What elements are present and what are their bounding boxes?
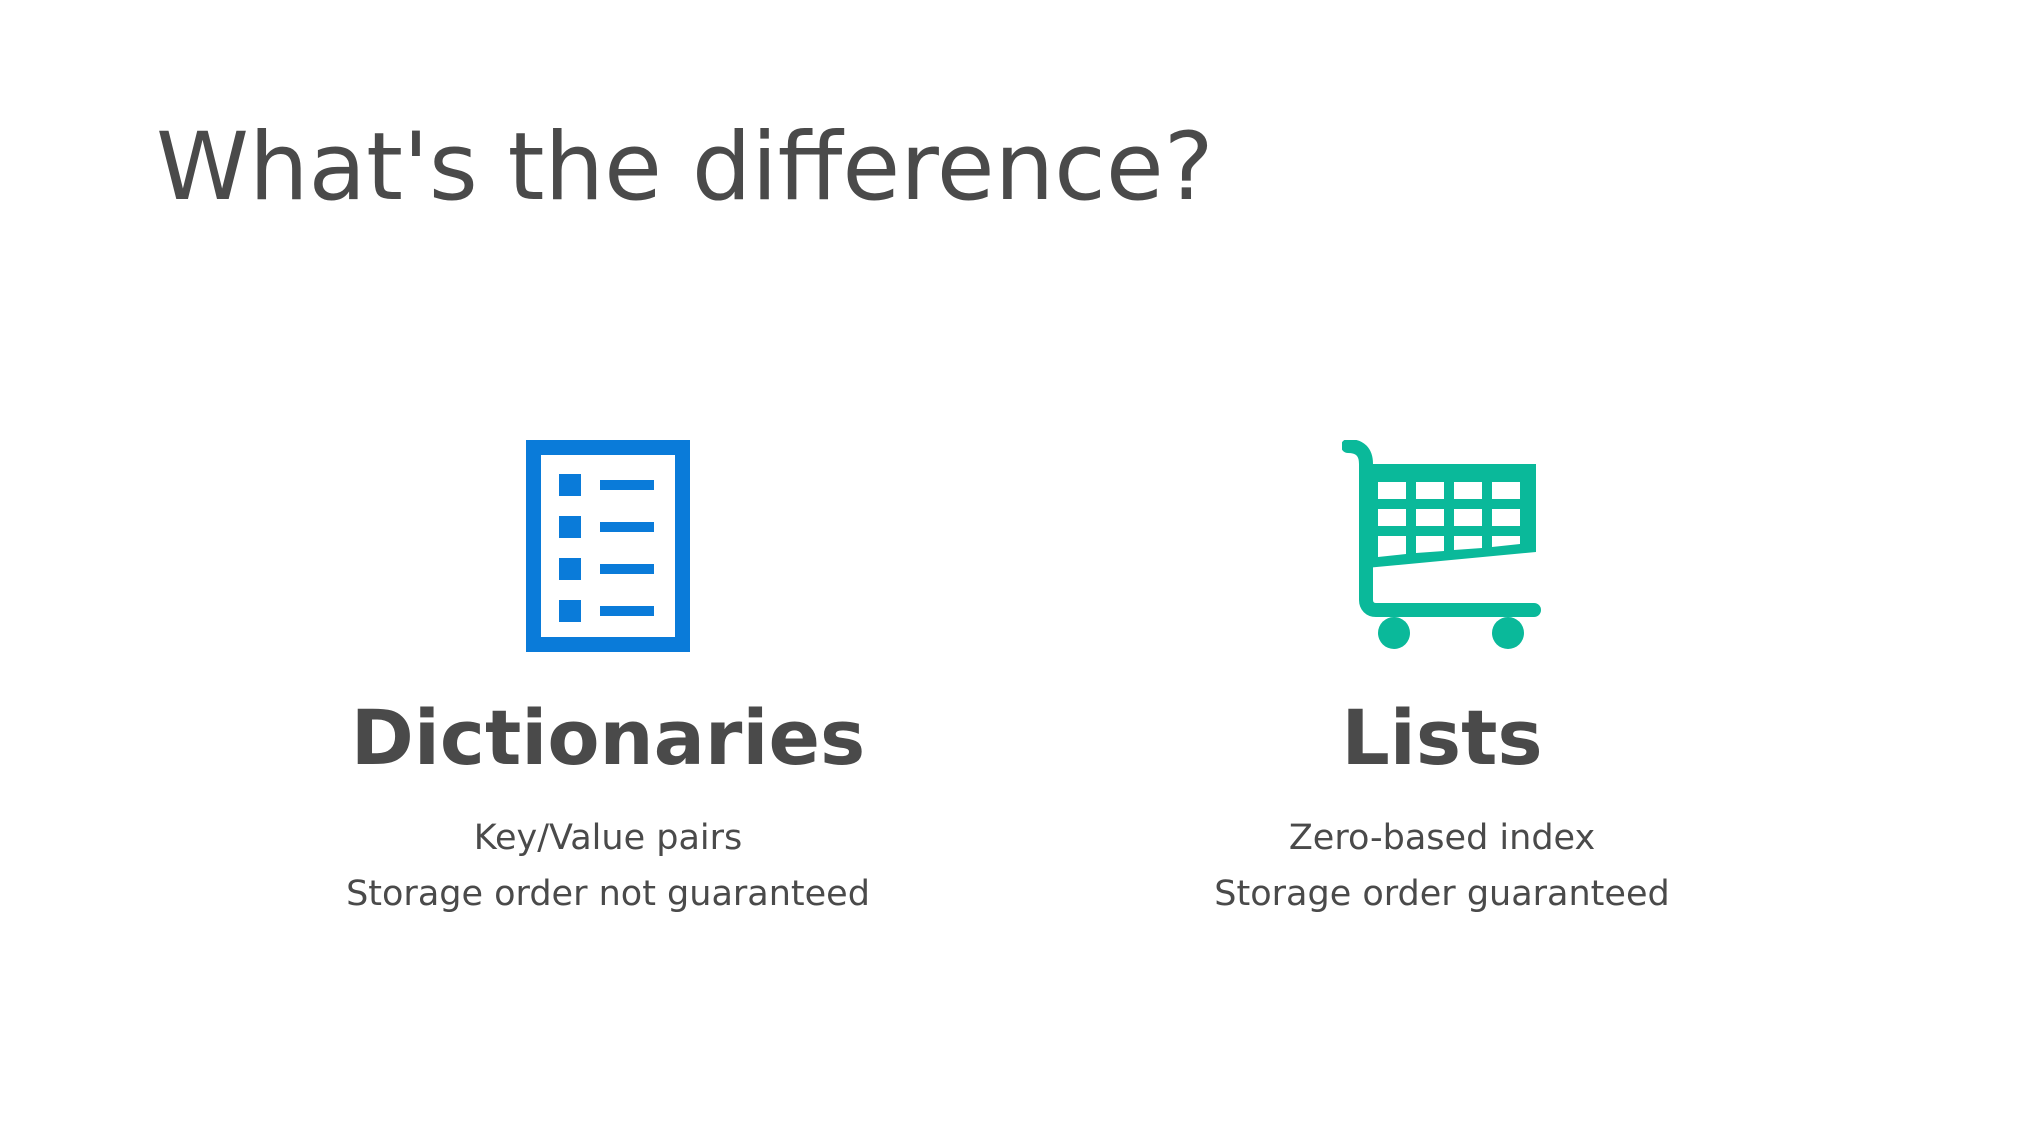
- lists-column: Lists Zero-based index Storage order gua…: [1132, 440, 1752, 922]
- slide-title: What's the difference?: [156, 113, 1214, 222]
- lists-line-2: Storage order guaranteed: [1214, 874, 1670, 914]
- dictionaries-line-2: Storage order not guaranteed: [346, 874, 870, 914]
- document-list-icon: [526, 440, 690, 652]
- lists-line-1: Zero-based index: [1288, 818, 1596, 858]
- dictionaries-column: Dictionaries Key/Value pairs Storage ord…: [298, 440, 918, 922]
- shopping-cart-icon: [1342, 440, 1541, 649]
- dictionaries-heading: Dictionaries: [350, 693, 866, 782]
- lists-heading: Lists: [1341, 693, 1543, 782]
- dictionaries-icon-wrap: [298, 440, 918, 652]
- dictionaries-line-1: Key/Value pairs: [473, 818, 743, 858]
- lists-icon-wrap: [1132, 440, 1752, 652]
